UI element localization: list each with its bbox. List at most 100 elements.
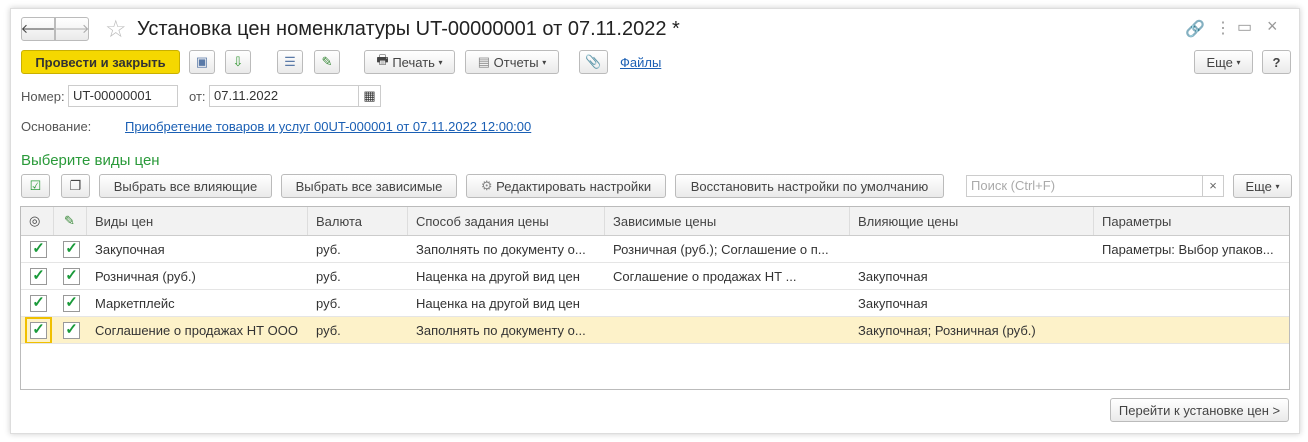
grid-more-label: Еще [1245, 178, 1272, 194]
column-header[interactable]: Валюта [308, 207, 408, 235]
visible-checkbox-cell[interactable]: ✓ [21, 236, 54, 262]
select-all-influencing-button[interactable]: Выбрать все влияющие [99, 174, 272, 198]
cell-influencing: Закупочная [858, 268, 928, 284]
visible-checkbox-cell[interactable]: ✓ [21, 290, 54, 316]
reports-button[interactable]: ▤ Отчеты ▾ [465, 50, 559, 74]
back-button[interactable]: 🡐 [21, 17, 55, 41]
edit-checkbox-cell[interactable]: ✓ [54, 263, 87, 289]
edit-checkbox[interactable]: ✓ [63, 240, 80, 258]
check-all-button[interactable]: ☑ [21, 174, 50, 198]
edit-checkbox[interactable]: ✓ [63, 267, 80, 285]
visible-checkbox[interactable]: ✓ [30, 267, 47, 285]
table-row[interactable]: ✓ ✓ Маркетплейс руб. Наценка на другой вид ц… [21, 290, 1289, 317]
visible-checkbox[interactable]: ✓ [25, 317, 52, 343]
more-menu-icon[interactable]: ⋮ [1215, 18, 1231, 38]
save-button[interactable]: ▣ [189, 50, 215, 74]
close-icon[interactable]: × [1267, 16, 1278, 37]
table-header: ◎ ✎ Виды цен Валюта Способ задания цены … [21, 207, 1289, 236]
column-header[interactable]: Влияющие цены [850, 207, 1094, 235]
cell-influencing [850, 236, 1094, 262]
cell-name: Розничная (руб.) [95, 268, 196, 284]
select-all-dependent-button[interactable]: Выбрать все зависимые [281, 174, 457, 198]
search-clear-button[interactable]: × [1202, 175, 1224, 197]
window-title: Установка цен номенклатуры UT-00000001 о… [137, 18, 680, 40]
visible-checkbox[interactable]: ✓ [30, 294, 47, 312]
visible-checkbox[interactable]: ✓ [30, 240, 47, 258]
cell-currency: руб. [316, 268, 341, 284]
post-button[interactable]: ⇩ [225, 50, 251, 74]
cell-dependent [605, 317, 850, 343]
reports-label: Отчеты [493, 54, 539, 70]
list-icon: ☰ [284, 54, 296, 69]
basis-link[interactable]: Приобретение товаров и услуг 00UT-000001… [125, 119, 531, 134]
cell-method: Заполнять по документу о... [416, 322, 586, 338]
edit-checkbox-cell[interactable]: ✓ [54, 317, 87, 343]
cell-dependent [605, 290, 850, 316]
journal-button[interactable]: ☰ [277, 50, 303, 74]
more-button[interactable]: Еще ▾ [1194, 50, 1253, 74]
print-button[interactable]: 🖶 Печать ▾ [364, 50, 455, 74]
price-types-table[interactable]: ◎ ✎ Виды цен Валюта Способ задания цены … [20, 206, 1290, 390]
cell-dependent: Розничная (руб.); Соглашение о п... [613, 241, 829, 257]
column-header[interactable]: Виды цен [87, 207, 308, 235]
uncheck-all-button[interactable]: ❐ [61, 174, 90, 198]
calendar-icon: ▦ [363, 88, 376, 103]
visible-checkbox-cell[interactable]: ✓ [21, 317, 54, 343]
help-button[interactable]: ? [1262, 50, 1291, 74]
floppy-disk-icon: ▣ [195, 54, 209, 69]
attach-button[interactable]: 📎 [579, 50, 608, 74]
column-header[interactable]: Зависимые цены [605, 207, 850, 235]
visible-checkbox-cell[interactable]: ✓ [21, 263, 54, 289]
grid-more-button[interactable]: Еще ▾ [1233, 174, 1292, 198]
reports-icon: ▤ [477, 54, 491, 69]
cell-currency: руб. [316, 241, 341, 257]
post-document-icon: ⇩ [232, 54, 244, 69]
dropdown-arrow-icon: ▾ [542, 57, 547, 67]
forward-button[interactable]: 🡒 [55, 17, 89, 41]
edit-column-header[interactable]: ✎ [54, 207, 87, 235]
number-field[interactable]: UT-00000001 [68, 85, 178, 107]
table-row[interactable]: ✓ ✓ Закупочная руб. Заполнять по документу о… [21, 236, 1289, 263]
table-row[interactable]: ✓ ✓ Розничная (руб.) руб. Наценка на другой … [21, 263, 1289, 290]
dropdown-arrow-icon: ▾ [1275, 181, 1280, 191]
cell-currency: руб. [316, 322, 341, 338]
edit-checkbox[interactable]: ✓ [63, 294, 80, 312]
link-icon[interactable]: 🔗 [1185, 19, 1205, 39]
cell-params [1094, 290, 1289, 316]
edit-checkbox[interactable]: ✓ [63, 321, 80, 339]
cell-params [1094, 317, 1289, 343]
printer-icon: 🖶 [376, 52, 389, 67]
post-and-close-button[interactable]: Провести и закрыть [21, 50, 180, 74]
date-label: от: [189, 89, 206, 104]
eye-icon: ◎ [29, 213, 41, 228]
column-header[interactable]: Параметры [1094, 207, 1289, 235]
section-title: Выберите виды цен [21, 152, 160, 169]
cell-name: Закупочная [95, 241, 165, 257]
column-header[interactable]: Способ задания цены [408, 207, 605, 235]
go-to-price-setting-button[interactable]: Перейти к установке цен > [1110, 398, 1289, 422]
edit-checkbox-cell[interactable]: ✓ [54, 290, 87, 316]
search-input[interactable]: Поиск (Ctrl+F) [966, 175, 1203, 197]
table-row[interactable]: ✓ ✓ Соглашение о продажах НТ ООО руб. Заполн… [21, 317, 1289, 344]
check-all-icon: ☑ [29, 178, 42, 193]
favorite-star-icon[interactable]: ☆ [105, 15, 127, 44]
dropdown-arrow-icon: ▾ [438, 57, 443, 67]
edit-settings-label: Редактировать настройки [496, 178, 652, 194]
edit-history-button[interactable]: ✎ [314, 50, 340, 74]
calendar-button[interactable]: ▦ [358, 85, 381, 107]
arrow-right-icon: 🡒 [54, 21, 90, 36]
paperclip-icon: 📎 [585, 54, 602, 69]
date-field[interactable]: 07.11.2022 [209, 85, 359, 107]
restore-defaults-button[interactable]: Восстановить настройки по умолчанию [675, 174, 944, 198]
cell-influencing: Закупочная; Розничная (руб.) [858, 322, 1036, 338]
pencil-icon: ✎ [64, 213, 75, 228]
edit-checkbox-cell[interactable]: ✓ [54, 236, 87, 262]
print-label: Печать [392, 54, 435, 70]
visibility-column-header[interactable]: ◎ [21, 207, 54, 235]
files-link[interactable]: Файлы [620, 55, 661, 70]
edit-settings-button[interactable]: ⚙ Редактировать настройки [466, 174, 666, 198]
cell-method: Наценка на другой вид цен [416, 268, 580, 284]
cell-method: Наценка на другой вид цен [416, 295, 580, 311]
maximize-icon[interactable]: ▭ [1237, 17, 1252, 37]
cell-method: Заполнять по документу о... [416, 241, 586, 257]
